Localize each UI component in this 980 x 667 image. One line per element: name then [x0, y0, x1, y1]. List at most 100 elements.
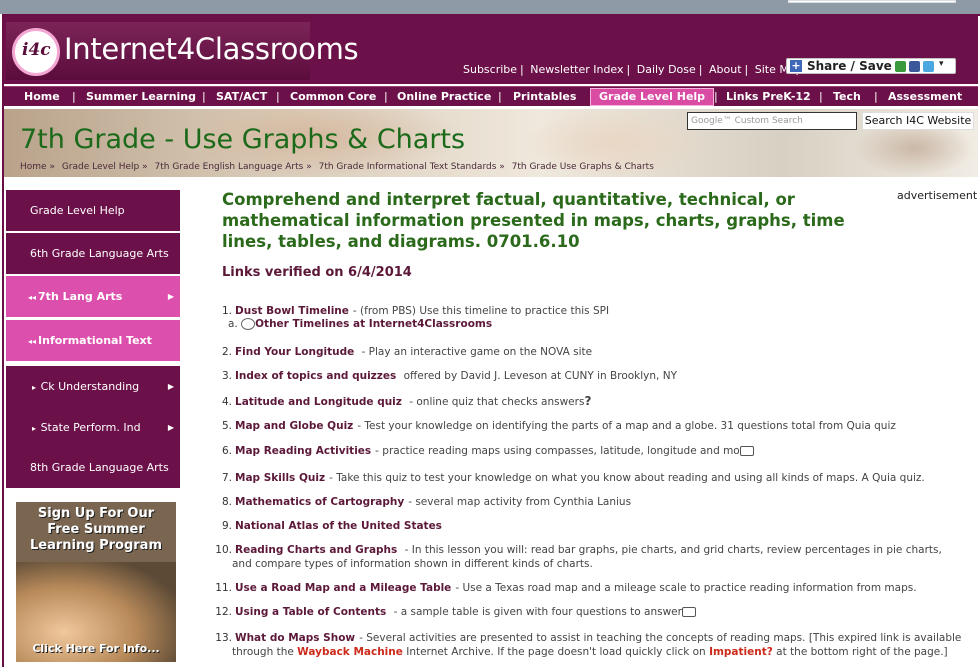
list-item: 2. Find Your Longitude - Play an interact…: [206, 345, 966, 359]
about-link[interactable]: About: [709, 63, 742, 76]
sidebar-item-state-perform[interactable]: ▸ State Perform. Ind ▶: [6, 407, 180, 449]
nav-common-core[interactable]: Common Core: [290, 87, 376, 107]
chevron-right-icon: ▶: [167, 382, 174, 391]
list-link[interactable]: Dust Bowl Timeline: [235, 305, 349, 317]
list-item: 10. Reading Charts and Graphs - In this l…: [206, 543, 956, 571]
nav-separator: |: [384, 90, 388, 103]
sidebar-item-label: 6th Grade Language Arts: [30, 247, 169, 260]
page-title: 7th Grade - Use Graphs & Charts: [20, 124, 465, 155]
sidebar-item-7th-lang-arts[interactable]: ◂◂ 7th Lang Arts ▶: [6, 276, 180, 318]
list-item: 6. Map Reading Activities - practice readi…: [206, 444, 966, 458]
sidebar-item-label: 8th Grade Language Arts: [30, 461, 169, 474]
list-link[interactable]: What do Maps Show: [235, 632, 355, 644]
list-item: 1. Dust Bowl Timeline - (from PBS) Use thi…: [206, 304, 966, 318]
list-link[interactable]: Map Reading Activities: [235, 445, 371, 457]
advertisement-label: advertisement: [897, 189, 978, 202]
list-desc: - Play an interactive game on the NOVA s…: [358, 346, 593, 358]
nav-separator: |: [819, 90, 823, 103]
list-item: 5. Map and Globe Quiz - Test your knowledg…: [206, 419, 966, 433]
list-link[interactable]: Using a Table of Contents: [235, 606, 386, 618]
chevron-right-icon: ▶: [167, 292, 174, 301]
question-icon: ?: [584, 394, 592, 408]
nav-home[interactable]: Home: [24, 87, 60, 107]
nav-links-prek12[interactable]: Links PreK-12: [726, 87, 811, 107]
nav-separator: |: [714, 90, 718, 103]
sidebar-item-informational-text[interactable]: ◂◂ Informational Text: [6, 320, 180, 362]
list-num: 7.: [221, 472, 232, 484]
list-link[interactable]: National Atlas of the United States: [235, 520, 442, 532]
breadcrumb-7th-ela[interactable]: 7th Grade English Language Arts »: [155, 162, 312, 172]
list-link[interactable]: Mathematics of Cartography: [235, 496, 404, 508]
nav-separator: |: [874, 90, 878, 103]
list-num: 6.: [221, 445, 232, 457]
nav-summer-learning[interactable]: Summer Learning: [86, 87, 196, 107]
search-button[interactable]: Search I4C Website: [862, 112, 974, 130]
custom-search-input[interactable]: Google™ Custom Search: [687, 112, 857, 130]
printer-icon: [739, 446, 754, 456]
list-link[interactable]: Index of topics and quizzes: [235, 370, 396, 382]
sidebar-item-8th-grade[interactable]: 8th Grade Language Arts: [6, 447, 180, 489]
promo-heading: Sign Up For Our Free Summer Learning Pro…: [30, 506, 162, 553]
list-num: 12.: [215, 606, 232, 618]
nav-grade-level-help[interactable]: Grade Level Help: [590, 88, 714, 106]
sidebar-item-label: 7th Lang Arts: [38, 290, 123, 303]
list-num: 2.: [221, 346, 232, 358]
list-link[interactable]: Latitude and Longitude quiz: [235, 396, 402, 408]
list-item: 13. What do Maps Show - Several activities…: [206, 631, 966, 659]
nav-assessment[interactable]: Assessment: [888, 87, 962, 107]
chevron-right-icon: ▶: [167, 423, 174, 432]
nav-separator: |: [498, 90, 502, 103]
globe-icon: [241, 318, 256, 330]
sidebar-item-grade-level-help[interactable]: Grade Level Help: [6, 190, 180, 232]
promo-cta[interactable]: Click Here For Info...: [20, 642, 172, 655]
list-desc: - Take this quiz to test your knowledge …: [329, 472, 925, 484]
page-title-main: 7th Grade: [20, 124, 156, 155]
wayback-machine-link[interactable]: Wayback Machine: [297, 646, 403, 658]
sidebar-item-6th-grade[interactable]: 6th Grade Language Arts: [6, 233, 180, 275]
top-links: Subscribe | Newsletter Index | Daily Dose |…: [463, 63, 803, 76]
standard-heading: Comprehend and interpret factual, quanti…: [222, 190, 845, 251]
printer-icon: [681, 607, 696, 617]
share-green-icon: [895, 61, 906, 72]
nav-tech[interactable]: Tech: [833, 87, 861, 107]
other-timelines-link[interactable]: Other Timelines at Internet4Classrooms: [255, 318, 492, 330]
nav-sat-act[interactable]: SAT/ACT: [216, 87, 267, 107]
twitter-icon: [923, 61, 934, 72]
arrows-icon: ◂◂: [28, 293, 37, 302]
breadcrumb-informational-text[interactable]: 7th Grade Informational Text Standards »: [319, 162, 505, 172]
list-link[interactable]: Use a Road Map and a Mileage Table: [235, 582, 451, 594]
sub-list-item: a. Other Timelines at Internet4Classroom…: [228, 318, 492, 330]
list-num: 3.: [221, 370, 232, 382]
links-verified-date: Links verified on 6/4/2014: [222, 265, 412, 280]
nav-printables[interactable]: Printables: [513, 87, 576, 107]
breadcrumb-grade-level-help[interactable]: Grade Level Help »: [62, 162, 148, 172]
bullet-icon: ▸: [32, 383, 39, 392]
facebook-icon: [909, 61, 920, 72]
share-save-button[interactable]: + Share / Save ▾: [786, 58, 956, 74]
list-desc: - online quiz that checks answers: [405, 396, 585, 408]
list-num: 1.: [221, 305, 232, 317]
newsletter-index-link[interactable]: Newsletter Index: [530, 63, 623, 76]
sub-list-letter: a.: [228, 318, 238, 330]
list-link[interactable]: Map and Globe Quiz: [235, 420, 353, 432]
list-desc: - Use a Texas road map and a mileage sca…: [455, 582, 917, 594]
list-link[interactable]: Reading Charts and Graphs: [235, 544, 397, 556]
bullet-icon: ▸: [32, 424, 39, 433]
breadcrumb-home[interactable]: Home »: [20, 162, 55, 172]
daily-dose-link[interactable]: Daily Dose: [637, 63, 696, 76]
summer-learning-promo[interactable]: Sign Up For Our Free Summer Learning Pro…: [16, 502, 176, 662]
list-link[interactable]: Map Skills Quiz: [235, 472, 325, 484]
list-desc: - Test your knowledge on identifying the…: [357, 420, 896, 432]
sidebar-item-ck-understanding[interactable]: ▸ Ck Understanding ▶: [6, 366, 180, 408]
logo-badge-icon[interactable]: i4c: [12, 28, 60, 76]
subscribe-link[interactable]: Subscribe: [463, 63, 517, 76]
nav-separator: |: [72, 90, 76, 103]
sidebar-item-label: Grade Level Help: [30, 204, 125, 217]
logo-text[interactable]: Internet4Classrooms: [64, 32, 359, 66]
list-link[interactable]: Find Your Longitude: [235, 346, 354, 358]
main-nav: Home | Summer Learning | SAT/ACT | Commo…: [4, 86, 978, 106]
top-search-box[interactable]: [788, 0, 956, 3]
list-num: 4.: [221, 396, 232, 408]
impatient-link[interactable]: Impatient?: [709, 646, 773, 658]
nav-online-practice[interactable]: Online Practice: [397, 87, 491, 107]
